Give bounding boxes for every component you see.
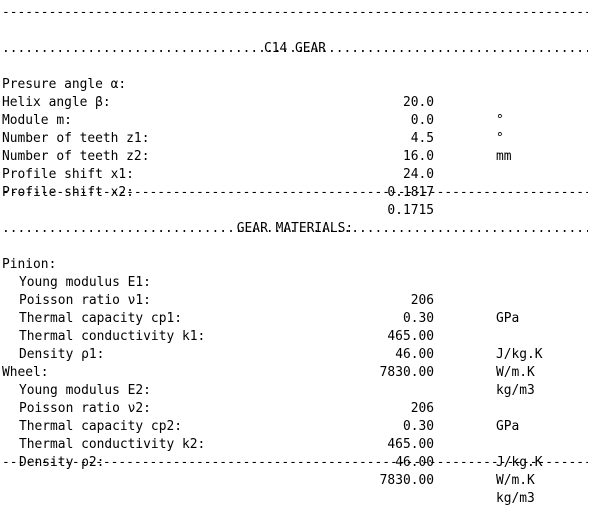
material-row: Thermal conductivity k2: 46.00 W/m.K — [2, 418, 588, 488]
dashed-separator: ----------------------------------------… — [2, 185, 588, 200]
param-row: Profile shift x1: 0.1817 — [2, 148, 588, 200]
material-row: Thermal capacity cp1: 465.00 J/kg.K — [2, 292, 588, 362]
dashed-separator: ----------------------------------------… — [2, 5, 588, 20]
wheel-heading-line: Wheel: — [2, 346, 588, 380]
pinion-section: Pinion: Young modulus E1: 206 GPa Poisso… — [2, 238, 588, 398]
material-unit: W/m.K — [496, 473, 535, 488]
gear-report: ----------------------------------------… — [2, 4, 588, 506]
gear-parameters: Presure angle α: 20.0 ° Helix angle β: 0… — [2, 58, 588, 218]
param-row: Helix angle β: 0.0 ° — [2, 76, 588, 146]
dashed-separator: ----------------------------------------… — [2, 455, 588, 470]
material-row: Thermal conductivity k1: 46.00 W/m.K — [2, 310, 588, 380]
material-row: Poisson ratio ν1: 0.30 — [2, 274, 588, 326]
wheel-section: Wheel: Young modulus E2: 206 GPa Poisson… — [2, 346, 588, 506]
material-row: Young modulus E2: 206 GPa — [2, 364, 588, 434]
materials-title-line: GEAR MATERIALS: — [2, 202, 588, 236]
material-row: Poisson ratio ν2: 0.30 — [2, 382, 588, 434]
material-unit: kg/m3 — [496, 491, 535, 506]
param-row: Number of teeth z1: 16.0 — [2, 112, 588, 164]
param-row: Presure angle α: 20.0 ° — [2, 58, 588, 128]
param-row: Module m: 4.5 mm — [2, 94, 588, 164]
dotted-separator: ........................................… — [2, 221, 588, 236]
material-row: Young modulus E1: 206 GPa — [2, 256, 588, 326]
param-row: Profile shift x2: 0.1715 — [2, 166, 588, 218]
gear-title-line: C14 GEAR — [2, 22, 588, 56]
material-value: 7830.00 — [379, 473, 434, 488]
pinion-heading-line: Pinion: — [2, 238, 588, 272]
param-row: Number of teeth z2: 24.0 — [2, 130, 588, 182]
material-row: Density ρ2: 7830.00 kg/m3 — [2, 436, 588, 506]
dotted-separator: ........................................… — [2, 41, 588, 56]
material-row: Density ρ1: 7830.00 kg/m3 — [2, 328, 588, 398]
material-row: Thermal capacity cp2: 465.00 J/kg.K — [2, 400, 588, 470]
